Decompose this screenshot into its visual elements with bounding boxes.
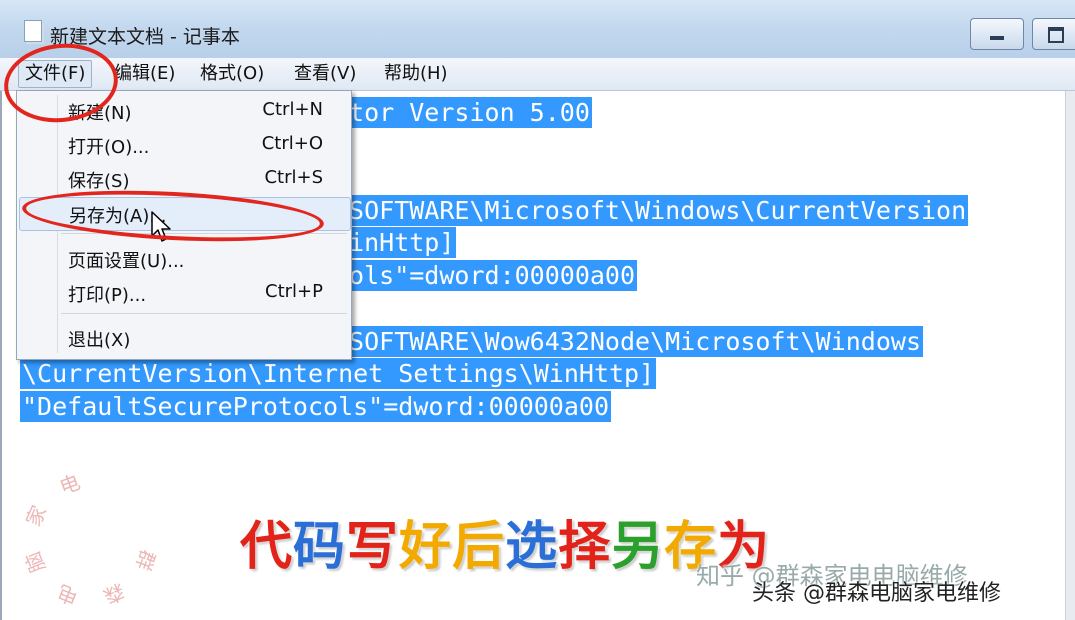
menu-bar: 文件(F) 编辑(E) 格式(O) 查看(V) 帮助(H)	[0, 58, 1075, 91]
maximize-icon	[1048, 27, 1064, 43]
caption-char: 码	[292, 516, 347, 578]
attribution-watermark: 头条 @群森电脑家电维修	[752, 581, 1001, 606]
editor-line: \SOFTWARE\Microsoft\Windows\CurrentVersi…	[332, 195, 969, 226]
menu-item-shortcut: Ctrl+O	[261, 133, 323, 154]
menu-item-page-setup[interactable]: 页面设置(U)...	[19, 243, 349, 275]
menu-help[interactable]: 帮助(H)	[378, 61, 454, 87]
caption-char: 好	[398, 516, 453, 578]
menu-view[interactable]: 查看(V)	[288, 61, 362, 87]
menu-format[interactable]: 格式(O)	[194, 61, 270, 87]
editor-line: \CurrentVersion\Internet Settings\WinHtt…	[20, 358, 657, 389]
stamp-char: 电	[56, 470, 83, 499]
editor-line: cols"=dword:00000a00	[332, 260, 638, 291]
caption-char: 后	[451, 516, 506, 578]
menu-item-shortcut: Ctrl+N	[262, 99, 323, 120]
editor-line: \SOFTWARE\Wow6432Node\Microsoft\Windows	[332, 326, 923, 357]
menu-item-open[interactable]: 打开(O)... Ctrl+O	[19, 129, 349, 161]
caption-char: 择	[557, 516, 612, 578]
caption-char: 选	[504, 516, 559, 578]
menu-item-save[interactable]: 保存(S) Ctrl+S	[19, 163, 349, 195]
stamp-char: 电	[54, 580, 82, 610]
menu-item-print[interactable]: 打印(P)... Ctrl+P	[19, 277, 349, 309]
caption-char: 代	[239, 516, 294, 578]
vertical-scrollbar[interactable]	[1065, 91, 1075, 620]
minimize-button[interactable]	[970, 18, 1024, 50]
notepad-icon	[24, 20, 42, 42]
caption-char: 另	[610, 516, 665, 578]
editor-line: itor Version 5.00	[332, 97, 592, 128]
menu-item-label: 退出(X)	[68, 330, 131, 351]
editor-line: "DefaultSecureProtocols"=dword:00000a00	[20, 391, 611, 422]
menu-item-label: 页面设置(U)...	[68, 251, 185, 272]
caption-text: 代码写好后选择另存为	[239, 504, 770, 579]
title-bar: 新建文本文档 - 记事本	[0, 0, 1075, 58]
minimize-icon	[990, 36, 1004, 40]
caption-char: 写	[345, 516, 400, 578]
menu-item-shortcut: Ctrl+S	[264, 167, 323, 188]
menu-item-exit[interactable]: 退出(X)	[19, 322, 349, 354]
menu-item-label: 打印(P)...	[68, 285, 147, 306]
stamp-char: 森	[100, 579, 128, 609]
menu-item-label: 打开(O)...	[68, 137, 150, 158]
watermark-stamp: 群森电脑家电	[20, 470, 160, 610]
menu-separator	[61, 313, 347, 314]
stamp-char: 家	[21, 502, 51, 530]
maximize-button[interactable]	[1032, 18, 1075, 50]
menu-item-shortcut: Ctrl+P	[265, 281, 323, 302]
stamp-char: 脑	[20, 548, 50, 576]
menu-edit[interactable]: 编辑(E)	[108, 61, 181, 87]
menu-item-label: 保存(S)	[68, 171, 130, 192]
stamp-char: 群	[131, 547, 160, 574]
